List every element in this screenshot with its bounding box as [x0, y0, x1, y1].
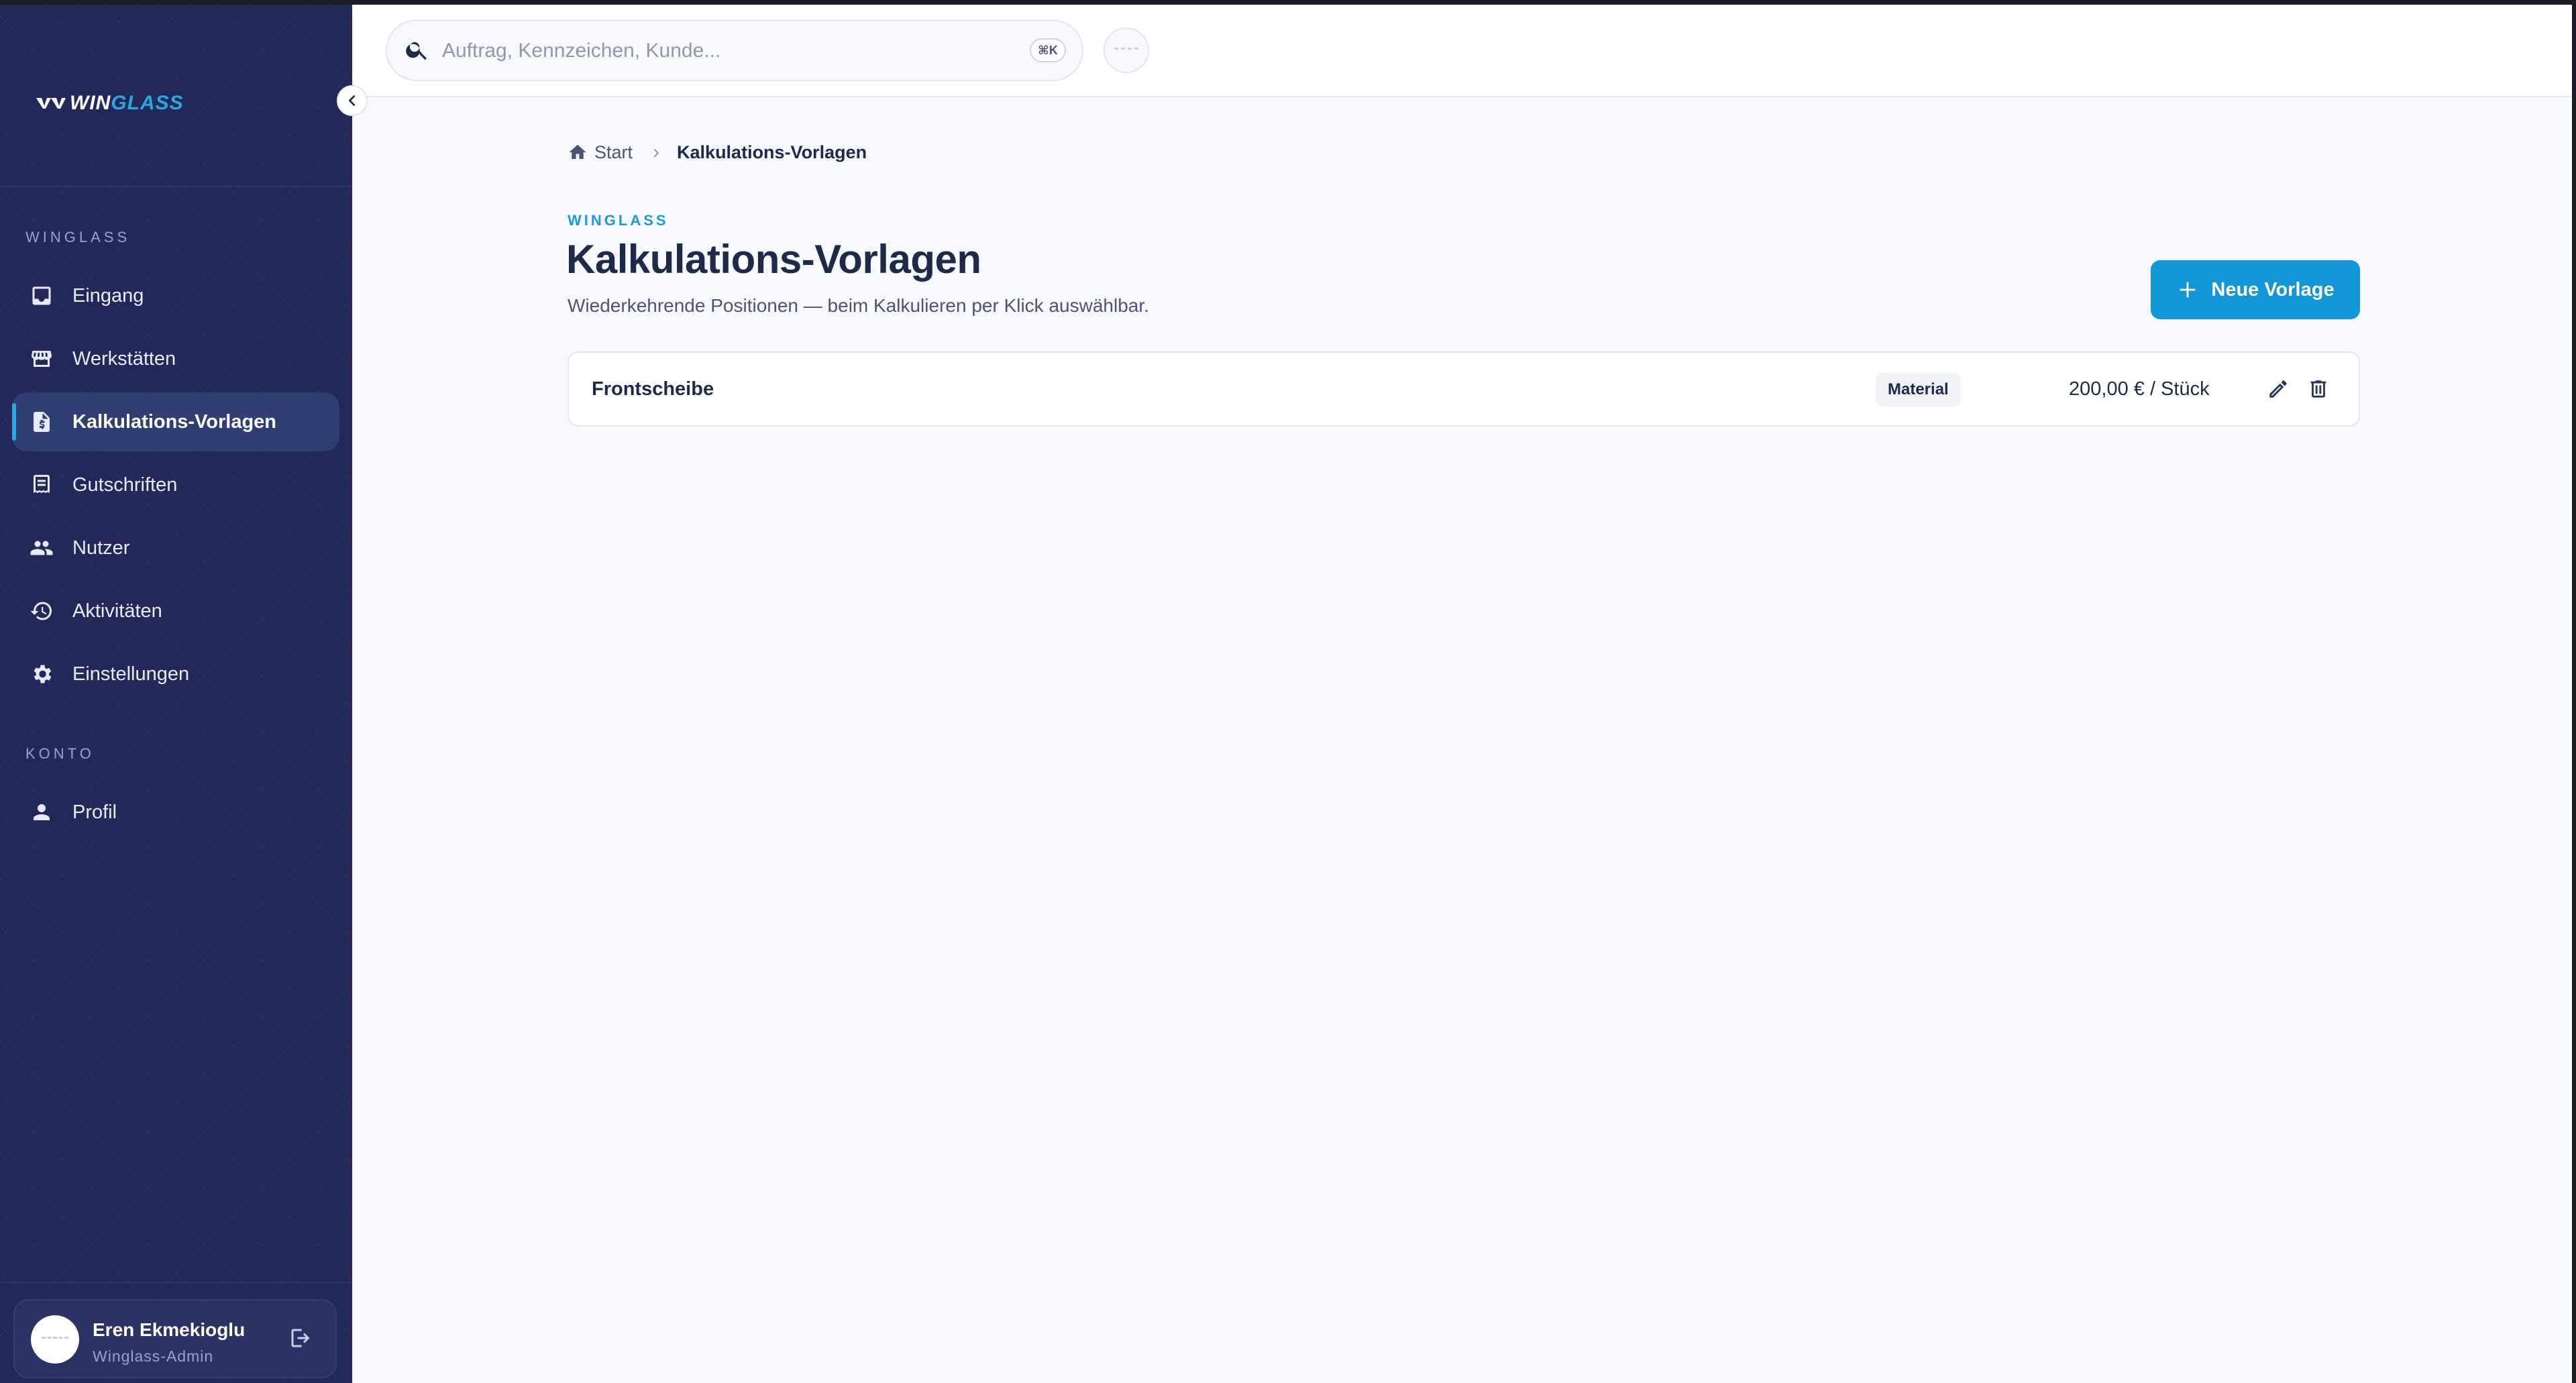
page-eyebrow: WINGLASS [568, 212, 669, 229]
section-label-winglass: WINGLASS [25, 229, 131, 245]
user-card: Eren Ekmekioglu Winglass-Admin [13, 1299, 337, 1378]
sidebar-item-label: Einstellungen [72, 663, 190, 685]
window-right-border [2572, 0, 2576, 1383]
window-top-border [0, 0, 2576, 5]
chevron-right-icon: › [653, 141, 660, 163]
sidebar-item-label: Eingang [72, 284, 144, 307]
user-name: Eren Ekmekioglu [93, 1319, 246, 1340]
sidebar-item-kalkulations-vorlagen[interactable]: Kalkulations-Vorlagen [12, 392, 339, 451]
sidebar-item-label: Gutschriften [72, 474, 178, 496]
new-template-button[interactable]: Neue Vorlage [2151, 260, 2360, 319]
person-icon [28, 799, 55, 826]
template-row[interactable]: Frontscheibe Material 200,00 € / Stück [568, 351, 2360, 427]
sidebar-item-label: Nutzer [72, 537, 130, 559]
page-title: Kalkulations-Vorlagen [566, 237, 981, 282]
avatar[interactable] [31, 1315, 79, 1364]
sidebar-item-einstellungen[interactable]: Einstellungen [12, 645, 339, 704]
inbox-icon [28, 282, 55, 309]
breadcrumb: Start › Kalkulations-Vorlagen [568, 141, 867, 164]
top-avatar[interactable] [1104, 27, 1149, 73]
breadcrumb-current: Kalkulations-Vorlagen [677, 142, 867, 162]
sidebar-item-label: Profil [72, 801, 117, 823]
logout-icon[interactable] [288, 1326, 315, 1353]
sidebar-item-label: Kalkulations-Vorlagen [72, 410, 277, 433]
home-icon [569, 144, 586, 159]
sidebar-item-label: Werkstätten [72, 347, 176, 370]
logo-mark-icon [36, 98, 66, 109]
sidebar-item-label: Aktivitäten [72, 600, 162, 622]
delete-icon[interactable] [2305, 376, 2332, 402]
chevron-left-icon [348, 95, 356, 106]
sidebar-footer-divider [0, 1282, 352, 1283]
sidebar-item-eingang[interactable]: Eingang [12, 266, 339, 325]
new-template-button-label: Neue Vorlage [2211, 278, 2334, 300]
breadcrumb-home-label: Start [594, 142, 633, 162]
category-badge: Material [1876, 373, 1961, 406]
sidebar-item-nutzer[interactable]: Nutzer [12, 518, 339, 577]
sidebar-item-profil[interactable]: Profil [12, 783, 339, 842]
template-name: Frontscheibe [592, 378, 714, 400]
history-icon [28, 598, 55, 624]
sidebar-item-werkstaetten[interactable]: Werkstätten [12, 329, 339, 388]
template-price: 200,00 € / Stück [2069, 378, 2210, 400]
storefront-icon [28, 345, 55, 372]
receipt-icon [28, 472, 55, 498]
sidebar-collapse-button[interactable] [337, 85, 368, 116]
search-input[interactable] [441, 33, 994, 69]
sidebar-item-aktivitaeten[interactable]: Aktivitäten [12, 582, 339, 641]
sidebar: WINGLASS WINGLASS Eingang Werkstätten Ka… [0, 5, 352, 1383]
plus-icon [2180, 282, 2196, 298]
search-icon [405, 37, 431, 64]
gear-icon [28, 661, 55, 687]
section-label-konto: KONTO [25, 745, 95, 762]
edit-icon[interactable] [2265, 376, 2292, 402]
brand-logo[interactable]: WINGLASS [36, 92, 184, 115]
page-subtitle: Wiederkehrende Positionen — beim Kalkuli… [568, 295, 1149, 316]
sidebar-divider [0, 186, 352, 187]
brand-name-part1: WIN [70, 92, 111, 114]
shortcut-badge: ⌘K [1030, 38, 1066, 62]
price-document-icon [28, 408, 55, 435]
breadcrumb-home[interactable]: Start [568, 142, 633, 163]
users-icon [28, 535, 55, 561]
sidebar-item-gutschriften[interactable]: Gutschriften [12, 455, 339, 514]
topbar: ⌘K [352, 5, 2572, 97]
brand-name-part2: GLASS [111, 92, 184, 114]
global-search[interactable]: ⌘K [386, 19, 1083, 81]
user-role: Winglass-Admin [93, 1347, 214, 1365]
